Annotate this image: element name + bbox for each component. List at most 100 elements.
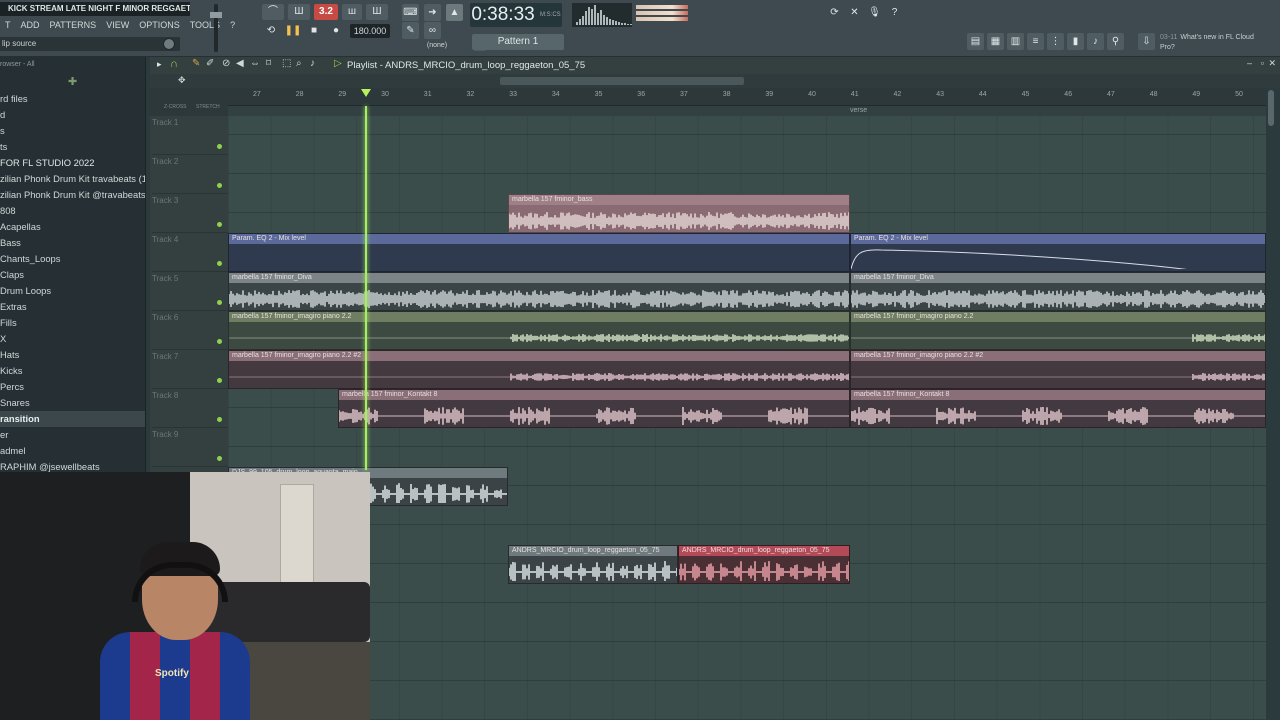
playlist-clip[interactable]: Param. EQ 2 - Mix level xyxy=(228,233,850,272)
minimize-icon[interactable]: – xyxy=(1247,58,1252,68)
midi-input-select[interactable]: (none) xyxy=(422,40,452,52)
browser-item[interactable]: ransition xyxy=(0,411,145,427)
typing-keyboard-icon[interactable]: ⌨ xyxy=(402,4,419,21)
playlist-clip[interactable]: marbella 157 fminor_Kontakt 8 xyxy=(850,389,1266,428)
time-display[interactable]: 0:38:33 M:S:CS xyxy=(470,3,562,27)
master-pitch-slider[interactable] xyxy=(210,4,222,52)
track-header[interactable]: Track 5 xyxy=(152,272,228,311)
menu-item-add[interactable]: ADD xyxy=(16,18,45,32)
track-header[interactable]: Track 6 xyxy=(152,311,228,350)
microphone-icon[interactable]: 🎙 xyxy=(866,4,883,21)
horizontal-zoom-icon[interactable]: ✥ xyxy=(178,75,186,86)
browser-item[interactable]: Fills xyxy=(0,315,145,331)
playlist-clip[interactable]: marbella 157 fminor_imagiro piano 2.2 xyxy=(228,311,850,350)
track-enable-led[interactable] xyxy=(217,183,222,188)
browser-item[interactable]: Snares xyxy=(0,395,145,411)
browser-item[interactable]: 808 xyxy=(0,203,145,219)
playhead[interactable] xyxy=(365,106,367,470)
tempo-display[interactable]: 180.000 xyxy=(350,24,390,38)
track-header[interactable]: Track 2 xyxy=(152,155,228,194)
zoom-icon[interactable]: ⌕ xyxy=(296,58,302,69)
select-icon[interactable]: ⬚ xyxy=(282,58,291,69)
playlist-clip[interactable]: marbella 157 fminor_bass xyxy=(508,194,850,233)
browser-item[interactable]: X xyxy=(0,331,145,347)
track-enable-led[interactable] xyxy=(217,339,222,344)
undo-icon[interactable]: ⟳ xyxy=(826,4,843,21)
browser-item[interactable]: ts xyxy=(0,139,145,155)
browser-item[interactable]: FOR FL STUDIO 2022 xyxy=(0,155,145,171)
play-pause-icon[interactable]: ❚❚ xyxy=(284,24,302,38)
slip-icon[interactable]: ⇔ xyxy=(250,58,260,69)
tempo-tapper-icon[interactable]: ♪ xyxy=(1087,33,1104,50)
timeline-ruler[interactable]: 27 28 29 30 31 32 33 34 35 36 37 38 39 40 41 42 43 44 45 46… xyxy=(228,88,1266,106)
stretch-label[interactable]: STRETCH xyxy=(196,104,220,110)
z-cross-label[interactable]: Z-CROSS xyxy=(164,104,187,110)
slice-icon[interactable]: ⌑ xyxy=(266,58,271,69)
stop-icon[interactable]: ■ xyxy=(305,24,323,38)
track-enable-led[interactable] xyxy=(217,261,222,266)
menu-item-tools[interactable]: TOOLS xyxy=(185,18,225,32)
clip-header[interactable] xyxy=(229,234,849,244)
menu-item-patterns[interactable]: PATTERNS xyxy=(45,18,102,32)
playlist-clip[interactable]: marbella 157 fminor_imagiro piano 2.2 #2 xyxy=(228,350,850,389)
record-icon[interactable]: ● xyxy=(327,24,345,38)
browser-header[interactable]: rowser - All xyxy=(0,57,145,73)
playlist-clip[interactable]: ANDRS_MRCIO_drum_loop_reggaeton_05_75 xyxy=(508,545,678,584)
pencil-icon[interactable]: ✎ xyxy=(192,58,200,69)
track-header[interactable]: Track 7 xyxy=(152,350,228,389)
browser-item[interactable]: zilian Phonk Drum Kit @travabeats xyxy=(0,187,145,203)
vertical-scrollbar[interactable] xyxy=(1268,90,1274,126)
paint-icon[interactable]: ✐ xyxy=(206,58,214,69)
step-edit-icon[interactable]: ш xyxy=(342,4,362,20)
playlist-clip[interactable]: marbella 157 fminor_Kontakt 8 xyxy=(338,389,850,428)
clip-header[interactable] xyxy=(229,273,849,283)
browser-item[interactable]: er xyxy=(0,427,145,443)
piano-roll-icon[interactable]: ▥ xyxy=(1007,33,1024,50)
song-mode-icon[interactable]: Ш xyxy=(288,4,310,20)
browser-item[interactable]: Chants_Loops xyxy=(0,251,145,267)
playlist-clip[interactable]: marbella 157 fminor_Diva xyxy=(850,272,1266,311)
playlist-window-icon[interactable]: ▤ xyxy=(967,33,984,50)
browser-item[interactable]: admel xyxy=(0,443,145,459)
wrench-icon[interactable]: ⚲ xyxy=(1107,33,1124,50)
browser-item[interactable]: Extras xyxy=(0,299,145,315)
track-header[interactable]: Track 3 xyxy=(152,194,228,233)
snap-icon[interactable]: ✎ xyxy=(402,22,419,39)
mixer-icon[interactable]: ≡ xyxy=(1027,33,1044,50)
playlist-clip[interactable]: ANDRS_MRCIO_drum_loop_reggaeton_05_75 xyxy=(678,545,850,584)
speaker-icon[interactable]: ♪ xyxy=(310,58,315,69)
browser-item[interactable]: s xyxy=(0,123,145,139)
plugin-icon[interactable]: ✕ xyxy=(846,4,863,21)
metronome-icon[interactable]: ⌒ xyxy=(262,4,284,20)
marker-verse[interactable]: verse xyxy=(850,106,867,116)
browser-item[interactable]: Acapellas xyxy=(0,219,145,235)
track-header[interactable]: Track 1 xyxy=(152,116,228,155)
maximize-icon[interactable]: ▫ xyxy=(1261,58,1264,68)
playlist-clip[interactable]: marbella 157 fminor_imagiro piano 2.2 xyxy=(850,311,1266,350)
browser-item[interactable]: rd files xyxy=(0,91,145,107)
track-enable-led[interactable] xyxy=(217,144,222,149)
track-enable-led[interactable] xyxy=(217,456,222,461)
playlist-play-icon[interactable]: ▷ xyxy=(334,58,342,69)
playlist-clip[interactable]: Param. EQ 2 - Mix level xyxy=(850,233,1266,272)
browser-add-icon[interactable]: ✚ xyxy=(68,75,77,88)
playlist-title[interactable]: Playlist - ANDRS_MRCIO_drum_loop_reggaet… xyxy=(347,57,585,74)
browser-icon[interactable]: ▮ xyxy=(1067,33,1084,50)
loop-icon[interactable]: ⟲ xyxy=(262,24,280,38)
master-volume-knob[interactable] xyxy=(163,38,175,50)
browser-item[interactable]: Hats xyxy=(0,347,145,363)
browser-item[interactable]: d xyxy=(0,107,145,123)
menu-item-file[interactable]: T xyxy=(0,18,16,32)
browser-item[interactable]: zilian Phonk Drum Kit travabeats (1) xyxy=(0,171,145,187)
marker-strip[interactable] xyxy=(228,106,1266,116)
magnet-icon[interactable]: ∩ xyxy=(170,58,178,70)
link-icon[interactable]: ∞ xyxy=(424,22,441,39)
track-header[interactable]: Track 9 xyxy=(152,428,228,467)
track-header[interactable]: Track 4 xyxy=(152,233,228,272)
menu-item-help[interactable]: ? xyxy=(225,18,240,32)
menu-item-view[interactable]: VIEW xyxy=(101,18,134,32)
track-enable-led[interactable] xyxy=(217,417,222,422)
browser-item[interactable]: Bass xyxy=(0,235,145,251)
download-icon[interactable]: ⇩ xyxy=(1138,33,1155,50)
track-header[interactable]: Track 8 xyxy=(152,389,228,428)
